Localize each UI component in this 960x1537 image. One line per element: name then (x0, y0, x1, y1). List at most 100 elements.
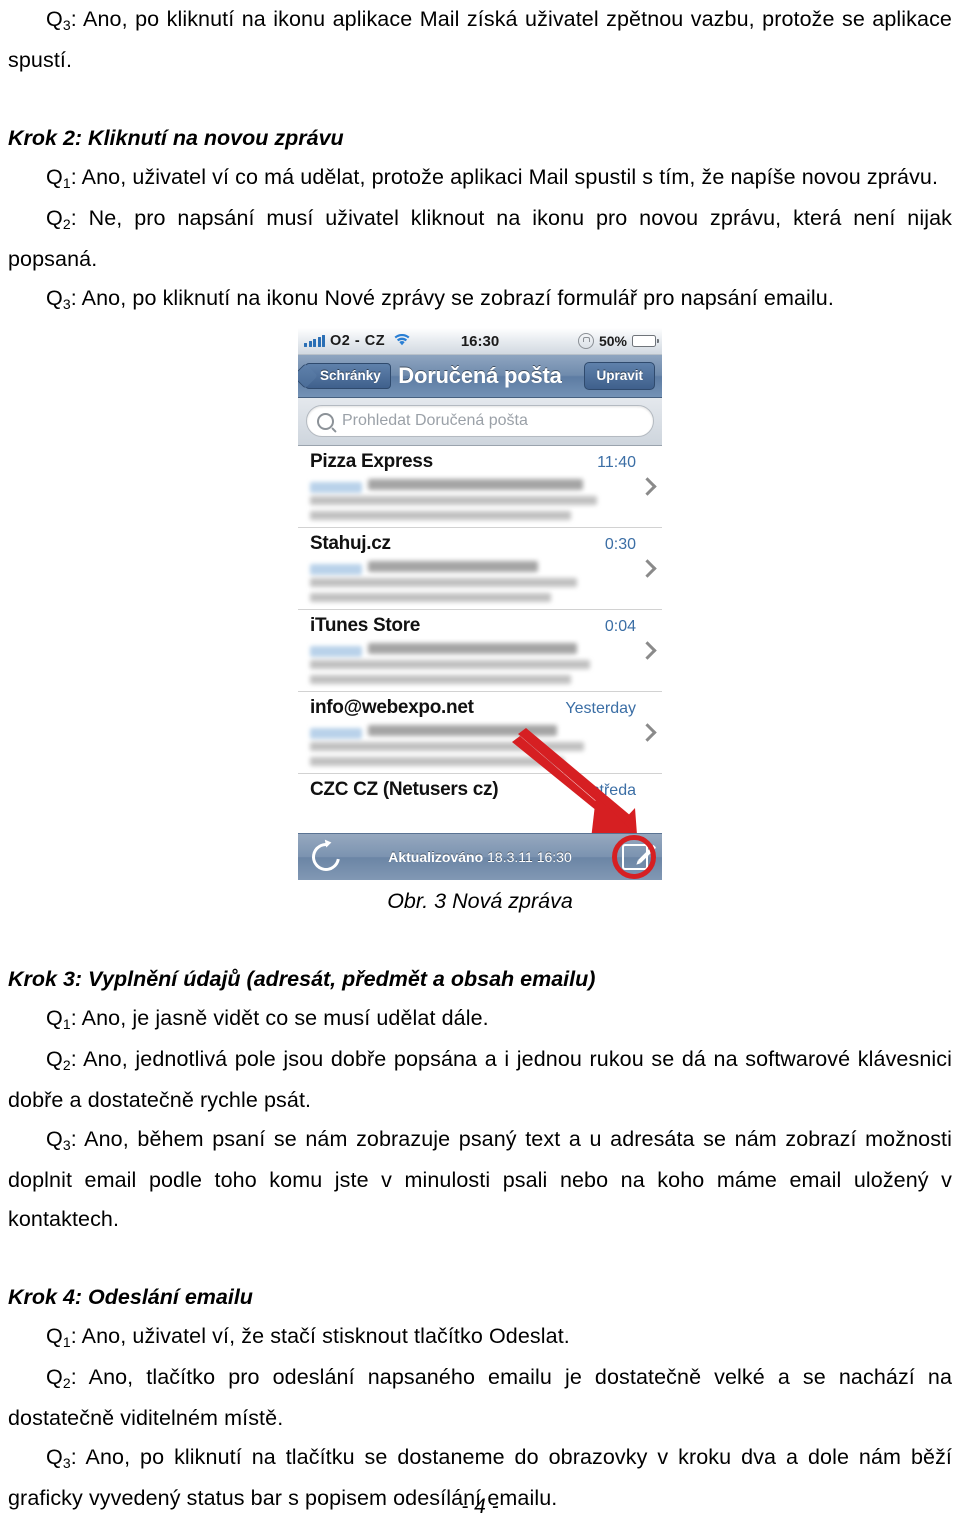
q-label: Q (46, 286, 63, 310)
mail-list[interactable]: Pizza Express 11:40 Stahuj.cz 0:30 iTune… (298, 446, 662, 852)
mail-subject-preview (368, 561, 538, 572)
paragraph-krok2-q2: Q2: Ne, pro napsání musí uživatel klikno… (8, 199, 952, 279)
rotation-lock-icon (577, 333, 594, 349)
q-index: 2 (62, 1057, 71, 1073)
paragraph-krok3-q2: Q2: Ano, jednotlivá pole jsou dobře pops… (8, 1040, 952, 1120)
mail-time: Yesterday (565, 700, 636, 717)
chevron-right-icon (638, 641, 657, 660)
q-index: 3 (62, 1455, 71, 1471)
document-page: Q3: Ano, po kliknutí na ikonu aplikace M… (0, 0, 960, 1537)
search-input[interactable]: Prohledat Doručená pošta (306, 405, 654, 437)
paragraph-text: : Ano, uživatel ví, že stačí stisknout t… (70, 1324, 570, 1348)
mail-row-header: Pizza Express 11:40 (310, 451, 636, 473)
search-icon (317, 412, 334, 430)
paragraph-krok4-q1: Q1: Ano, uživatel ví, že stačí stisknout… (8, 1317, 952, 1358)
mail-time: 0:30 (604, 536, 636, 553)
figure-new-message: O2 - CZ 16:30 50% Schránky Doručená pošt… (8, 328, 952, 921)
mail-unread-chip (310, 646, 362, 657)
mail-time: 11:40 (597, 454, 636, 471)
phone-nav-bar: Schránky Doručená pošta Upravit (298, 355, 662, 398)
search-placeholder: Prohledat Doručená pošta (342, 412, 528, 429)
mail-sender: Pizza Express (310, 451, 433, 472)
heading-krok-4: Krok 4: Odeslání emailu (8, 1285, 253, 1309)
mail-time: 0:04 (604, 618, 636, 635)
search-bar-row: Prohledat Doručená pošta (298, 398, 662, 446)
status-bar-clock: 16:30 (460, 332, 500, 350)
compose-icon[interactable] (622, 844, 657, 870)
phone-status-bar: O2 - CZ 16:30 50% (298, 328, 662, 355)
page-number: - 4 - (461, 1495, 499, 1518)
phone-bottom-toolbar: Aktualizováno 18.3.11 16:30 (298, 833, 662, 880)
paragraph-krok4-q2: Q2: Ano, tlačítko pro odeslání napsaného… (8, 1358, 952, 1438)
paragraph-text: : Ano, tlačítko pro odeslání napsaného e… (8, 1365, 952, 1430)
paragraph-text: : Ano, je jasně vidět co se musí udělat … (70, 1006, 489, 1030)
q-index: 2 (62, 1375, 71, 1391)
mail-body-preview-line (310, 578, 578, 587)
toolbar-status-datetime: 18.3.11 16:30 (487, 849, 572, 865)
mail-list-item[interactable]: Pizza Express 11:40 (298, 446, 662, 528)
mail-body-preview-line (310, 496, 597, 505)
q-label: Q (46, 1365, 63, 1389)
mail-subject-preview (368, 643, 577, 654)
q-index: 2 (62, 216, 71, 232)
mail-list-item[interactable]: info@webexpo.net Yesterday (298, 692, 662, 774)
mail-unread-chip (310, 564, 362, 575)
paragraph-text: : Ano, jednotlivá pole jsou dobře popsán… (8, 1047, 952, 1112)
paragraph-krok2-q1: Q1: Ano, uživatel ví co má udělat, proto… (8, 158, 952, 199)
mail-body-preview-line (310, 742, 584, 751)
q-index: 1 (62, 175, 71, 191)
q-label: Q (46, 1047, 63, 1071)
paragraph-krok3-q3: Q3: Ano, během psaní se nám zobrazuje ps… (8, 1120, 952, 1239)
mail-row-header: Stahuj.cz 0:30 (310, 533, 636, 555)
paragraph-text: : Ne, pro napsání musí uživatel kliknout… (8, 206, 952, 271)
paragraph-text: : Ano, během psaní se nám zobrazuje psan… (8, 1127, 952, 1231)
paragraph-text: : Ano, uživatel ví co má udělat, protože… (70, 165, 939, 189)
mail-time: středa (591, 782, 636, 799)
document-body: Q3: Ano, po kliknutí na ikonu aplikace M… (8, 0, 952, 1518)
iphone-screenshot: O2 - CZ 16:30 50% Schránky Doručená pošt… (298, 328, 662, 880)
mail-unread-chip (310, 482, 362, 493)
heading-krok-3: Krok 3: Vyplnění údajů (adresát, předmět… (8, 967, 596, 991)
mail-subject-preview (368, 725, 558, 736)
mail-body-preview-line (310, 511, 571, 520)
q-label: Q (46, 7, 63, 31)
q-label: Q (46, 206, 63, 230)
chevron-right-icon (638, 559, 657, 578)
heading-krok-2: Krok 2: Kliknutí na novou zprávu (8, 126, 344, 150)
edit-button[interactable]: Upravit (584, 362, 655, 390)
mail-row-header: iTunes Store 0:04 (310, 615, 636, 637)
back-button-mailboxes[interactable]: Schránky (305, 363, 391, 389)
q-label: Q (46, 1445, 63, 1469)
mail-sender: iTunes Store (310, 615, 421, 636)
mail-unread-chip (310, 728, 362, 739)
mail-sender: Stahuj.cz (310, 533, 391, 554)
paragraph-krok3-q1: Q1: Ano, je jasně vidět co se musí uděla… (8, 999, 952, 1040)
q-label: Q (46, 165, 63, 189)
figure-caption: Obr. 3 Nová zpráva (387, 889, 573, 913)
mail-body-preview-line (310, 757, 565, 766)
mail-body-preview-line (310, 675, 571, 684)
q-index: 3 (62, 296, 71, 312)
q-label: Q (46, 1127, 63, 1151)
paragraph-text: : Ano, po kliknutí na ikonu aplikace Mai… (8, 7, 952, 72)
mail-row-header: info@webexpo.net Yesterday (310, 697, 636, 719)
q-label: Q (46, 1324, 63, 1348)
q-index: 3 (62, 1137, 71, 1153)
mail-list-item[interactable]: Stahuj.cz 0:30 (298, 528, 662, 610)
chevron-right-icon (638, 723, 657, 742)
q-label: Q (46, 1006, 63, 1030)
toolbar-status-text: Aktualizováno 18.3.11 16:30 (298, 849, 662, 865)
toolbar-status-label: Aktualizováno (388, 849, 484, 865)
paragraph-q3-krok1: Q3: Ano, po kliknutí na ikonu aplikace M… (8, 0, 952, 80)
mail-body-preview-line (310, 593, 552, 602)
mail-subject-preview (368, 479, 584, 490)
battery-icon (632, 335, 659, 347)
chevron-right-icon (638, 477, 657, 496)
mail-list-item[interactable]: iTunes Store 0:04 (298, 610, 662, 692)
mail-sender: info@webexpo.net (310, 697, 474, 718)
q-index: 1 (62, 1334, 71, 1350)
mail-body-preview-line (310, 660, 591, 669)
